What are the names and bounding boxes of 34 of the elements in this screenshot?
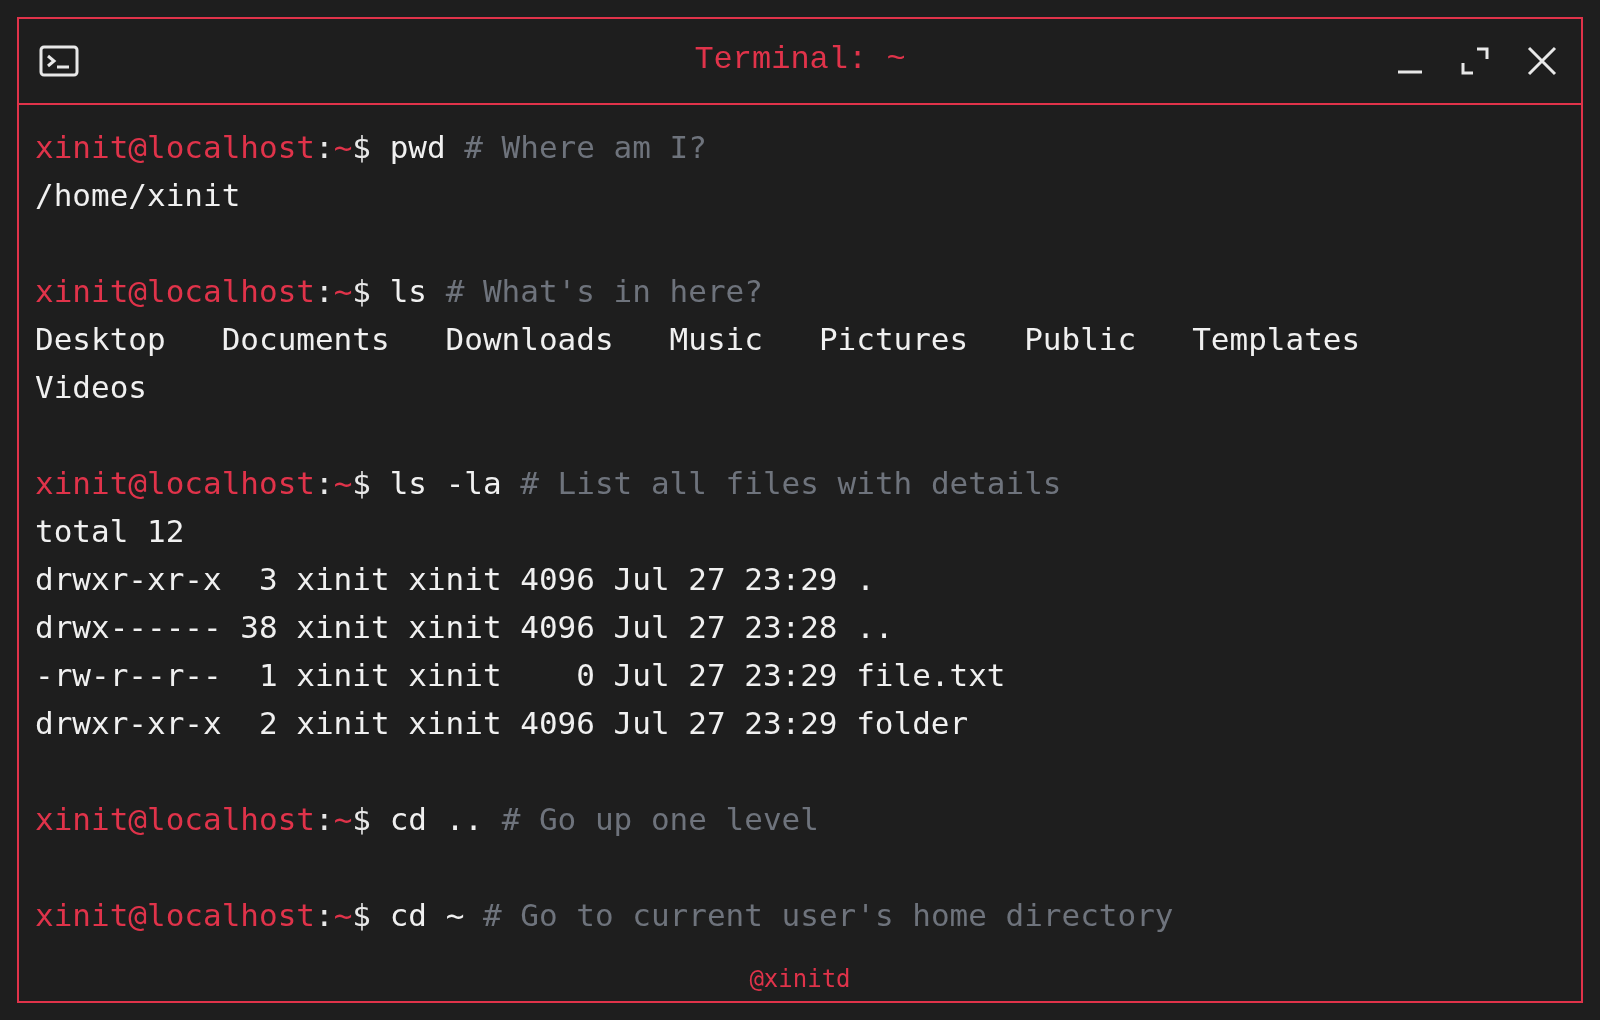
comment-text: # What's in here?: [445, 272, 763, 311]
directory-name: Pictures: [818, 320, 969, 359]
close-icon[interactable]: [1527, 46, 1557, 76]
comment-text: # Go up one level: [501, 800, 819, 839]
comment-text: # Where am I?: [464, 128, 707, 167]
comment-text: # List all files with details: [520, 464, 1062, 503]
command-text: cd ~: [389, 896, 465, 935]
shell-prompt: xinit@localhost:~$: [35, 128, 371, 167]
output-line: total 12: [35, 512, 185, 551]
directory-name: Public: [1024, 320, 1137, 359]
output-line: drwxr-xr-x 3 xinit xinit 4096 Jul 27 23:29 .: [35, 560, 875, 599]
author-handle: @xinitd: [749, 965, 851, 993]
directory-name: Desktop: [35, 320, 166, 359]
command-text: ls -la: [389, 464, 502, 503]
terminal-icon: [39, 45, 79, 77]
comment-text: # Go to current user's home directory: [482, 896, 1174, 935]
command-text: cd ..: [389, 800, 483, 839]
directory-name: Videos: [35, 368, 147, 407]
maximize-icon[interactable]: [1461, 47, 1489, 75]
command-text: ls: [389, 272, 427, 311]
output-line: -rw-r--r-- 1 xinit xinit 0 Jul 27 23:29 file.txt: [35, 656, 1006, 695]
directory-name: Music: [669, 320, 763, 359]
shell-prompt: xinit@localhost:~$: [35, 800, 371, 839]
directory-name: Documents: [221, 320, 390, 359]
output-line: drwxr-xr-x 2 xinit xinit 4096 Jul 27 23:29 folder: [35, 704, 969, 743]
directory-name: Templates: [1192, 320, 1361, 359]
shell-prompt: xinit@localhost:~$: [35, 896, 371, 935]
directory-name: Downloads: [445, 320, 614, 359]
output-line: drwx------ 38 xinit xinit 4096 Jul 27 23:28 ..: [35, 608, 894, 647]
command-text: pwd: [389, 128, 446, 167]
shell-prompt: xinit@localhost:~$: [35, 272, 371, 311]
window-title: Terminal: ~: [694, 41, 906, 78]
output-line: /home/xinit: [35, 176, 241, 215]
shell-prompt: xinit@localhost:~$: [35, 464, 371, 503]
